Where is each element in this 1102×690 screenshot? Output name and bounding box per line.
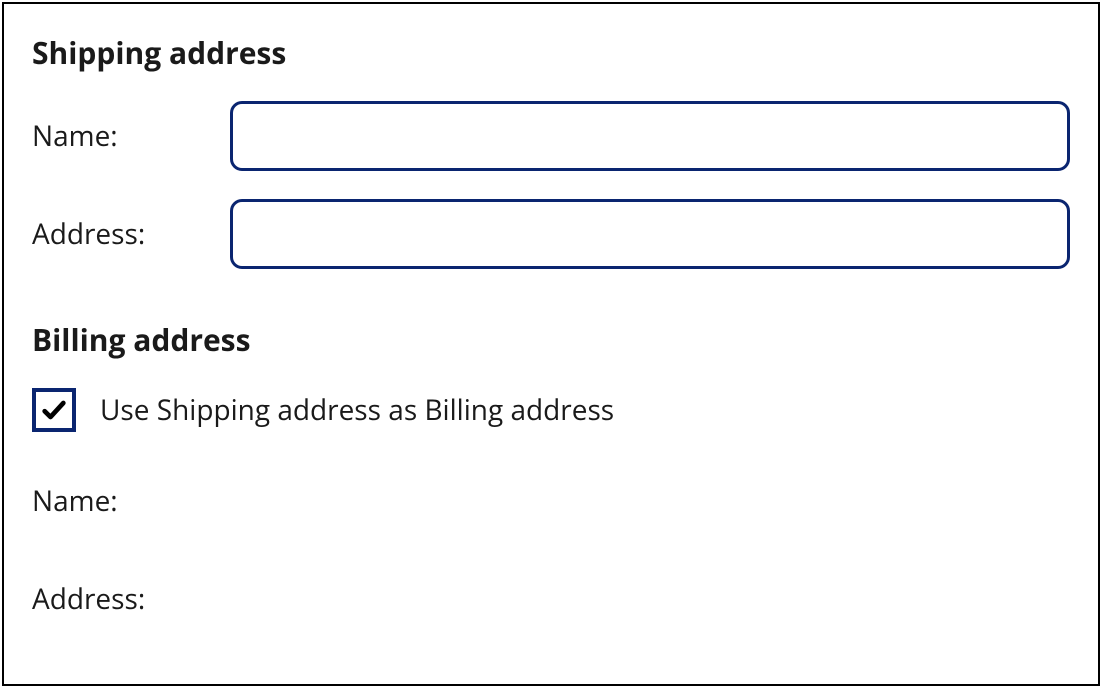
address-form: Shipping address Name: Address: Billing …	[2, 2, 1100, 686]
shipping-name-row: Name:	[32, 101, 1070, 171]
billing-address-row: Address:	[32, 580, 1070, 618]
shipping-heading: Shipping address	[32, 32, 1070, 73]
shipping-address-row: Address:	[32, 199, 1070, 269]
use-shipping-checkbox-row: Use Shipping address as Billing address	[32, 388, 1070, 432]
billing-name-label: Name:	[32, 482, 118, 520]
billing-heading: Billing address	[32, 319, 1070, 360]
billing-address-label: Address:	[32, 580, 145, 618]
shipping-name-label: Name:	[32, 117, 230, 155]
use-shipping-checkbox[interactable]	[32, 388, 76, 432]
checkmark-icon	[40, 396, 68, 424]
billing-section: Billing address Use Shipping address as …	[32, 319, 1070, 618]
shipping-address-label: Address:	[32, 215, 230, 253]
shipping-address-input[interactable]	[230, 199, 1070, 269]
billing-name-row: Name:	[32, 482, 1070, 520]
use-shipping-checkbox-label: Use Shipping address as Billing address	[100, 391, 614, 429]
shipping-name-input[interactable]	[230, 101, 1070, 171]
